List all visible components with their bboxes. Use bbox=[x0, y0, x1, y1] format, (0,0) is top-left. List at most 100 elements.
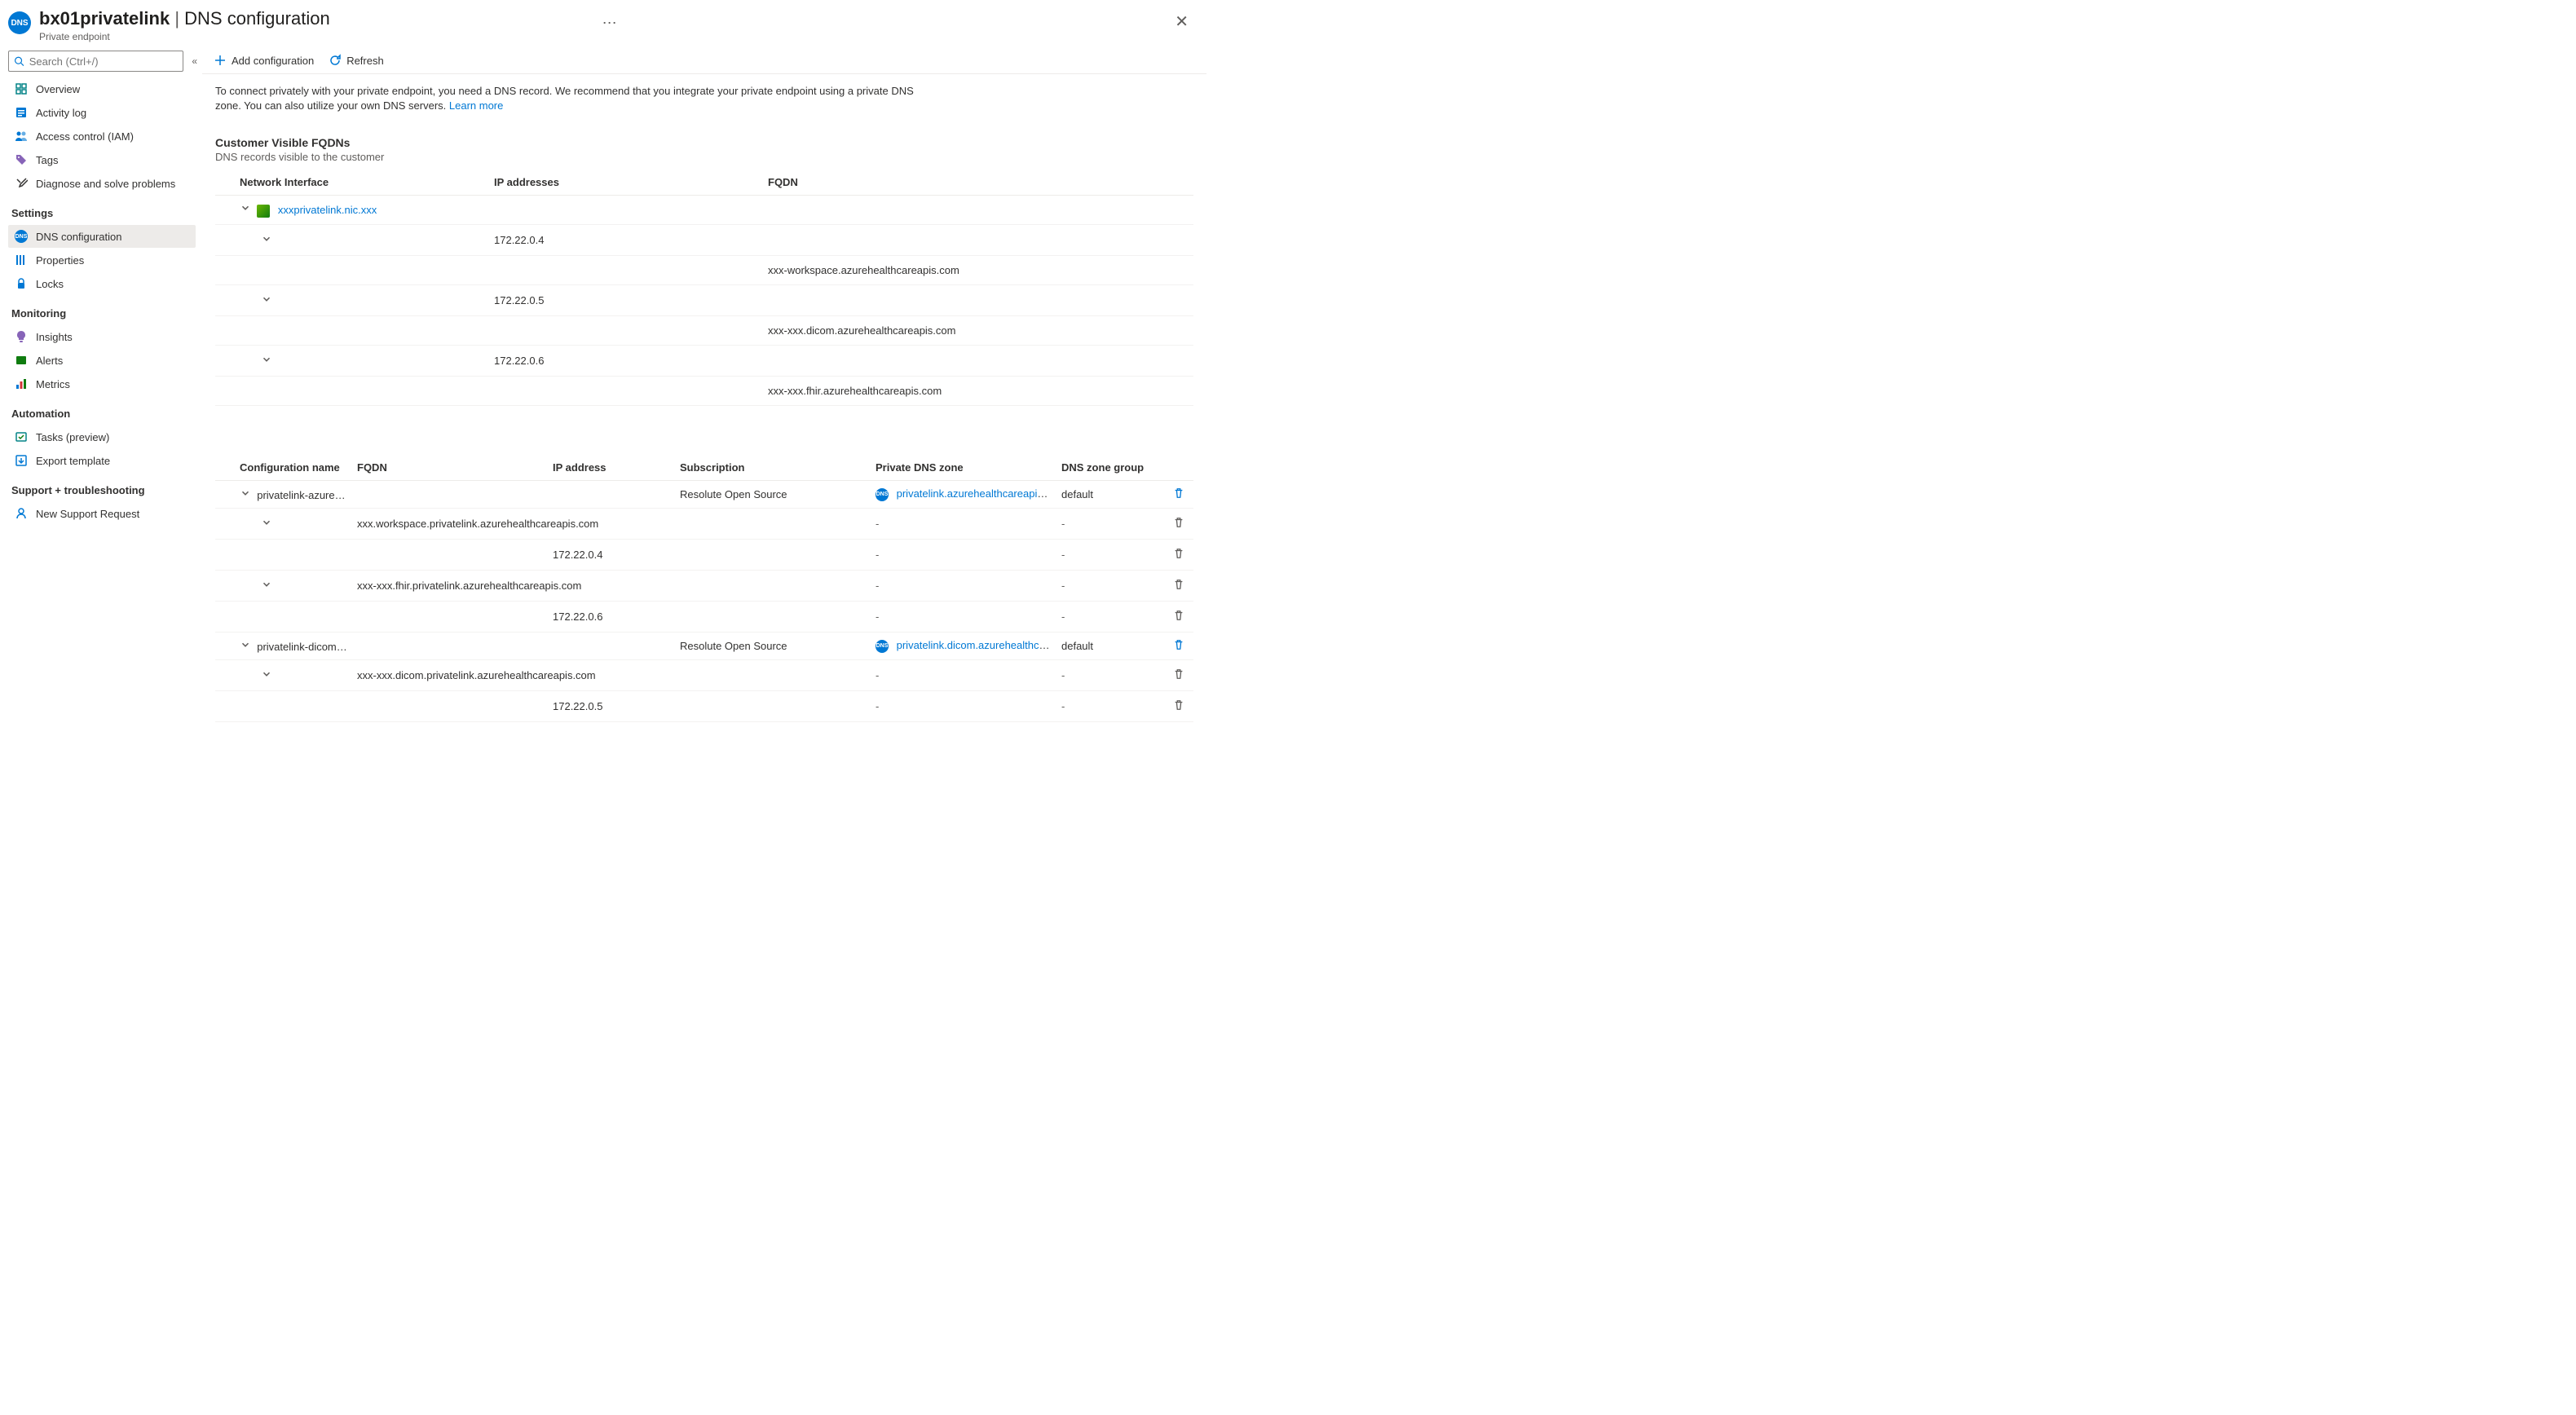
chevron-down-icon[interactable] bbox=[240, 202, 251, 216]
sidebar-item-properties[interactable]: Properties bbox=[8, 249, 196, 271]
table-row: 172.22.0.6 bbox=[215, 345, 1193, 376]
sidebar-item-label: Activity log bbox=[36, 107, 86, 119]
dns-zone-link[interactable]: privatelink.dicom.azurehealthcarea... bbox=[897, 639, 1056, 651]
chevron-down-icon[interactable] bbox=[261, 579, 272, 593]
sidebar-item-dns-configuration[interactable]: DNS DNS configuration bbox=[8, 225, 196, 248]
configuration-table: Configuration name FQDN IP address Subsc… bbox=[215, 455, 1193, 722]
sidebar-item-overview[interactable]: Overview bbox=[8, 77, 196, 100]
chevron-down-icon[interactable] bbox=[261, 354, 272, 368]
delete-icon[interactable] bbox=[1164, 632, 1193, 659]
sidebar-item-label: Alerts bbox=[36, 355, 63, 367]
cell-dash: - bbox=[1056, 570, 1164, 601]
cell-dash: - bbox=[871, 508, 1056, 539]
sidebar-item-new-support-request[interactable]: New Support Request bbox=[8, 502, 196, 525]
sidebar-item-label: Properties bbox=[36, 254, 84, 267]
table-row: 172.22.0.5 bbox=[215, 284, 1193, 315]
delete-icon[interactable] bbox=[1164, 601, 1193, 632]
cell-ip: 172.22.0.4 bbox=[489, 224, 763, 255]
sidebar-item-label: Metrics bbox=[36, 378, 70, 390]
locks-icon bbox=[15, 277, 28, 290]
nav-group-automation: Automation bbox=[8, 396, 202, 425]
table-row: 172.22.0.5 -- bbox=[215, 690, 1193, 721]
table-row: 172.22.0.6 -- bbox=[215, 601, 1193, 632]
cell-dash: - bbox=[871, 690, 1056, 721]
properties-icon bbox=[15, 253, 28, 267]
chevron-down-icon[interactable] bbox=[261, 517, 272, 531]
cell-dash: - bbox=[871, 539, 1056, 570]
cell-ip: 172.22.0.5 bbox=[548, 690, 675, 721]
config-name: privatelink-dicom-az... bbox=[257, 641, 352, 653]
iam-icon bbox=[15, 130, 28, 143]
chevron-down-icon[interactable] bbox=[261, 668, 272, 682]
delete-icon[interactable] bbox=[1164, 508, 1193, 539]
sidebar-item-label: DNS configuration bbox=[36, 231, 122, 243]
nic-link[interactable]: xxxprivatelink.nic.xxx bbox=[278, 204, 377, 216]
col-fqdn[interactable]: FQDN bbox=[763, 170, 1096, 196]
sidebar-item-label: Export template bbox=[36, 455, 110, 467]
delete-icon[interactable] bbox=[1164, 539, 1193, 570]
plus-icon bbox=[214, 54, 227, 67]
config-group-row[interactable]: privatelink-azurehea... Resolute Open So… bbox=[215, 480, 1193, 508]
tasks-icon bbox=[15, 430, 28, 443]
fqdn-section-title: Customer Visible FQDNs bbox=[202, 117, 1206, 151]
activity-log-icon bbox=[15, 106, 28, 119]
search-icon bbox=[14, 55, 24, 67]
sidebar-item-label: New Support Request bbox=[36, 508, 139, 520]
col-ip-address[interactable]: IP address bbox=[548, 455, 675, 481]
sidebar-item-locks[interactable]: Locks bbox=[8, 272, 196, 295]
col-fqdn[interactable]: FQDN bbox=[352, 455, 548, 481]
nic-icon bbox=[257, 205, 270, 218]
cell-subscription: Resolute Open Source bbox=[675, 480, 871, 508]
dns-zone-link[interactable]: privatelink.azurehealthcareapis.com bbox=[897, 487, 1056, 500]
sidebar-item-access-control[interactable]: Access control (IAM) bbox=[8, 125, 196, 148]
table-row: xxx-xxx.dicom.privatelink.azurehealthcar… bbox=[215, 659, 1193, 690]
more-actions-icon[interactable]: ⋯ bbox=[602, 15, 617, 32]
sidebar-item-label: Overview bbox=[36, 83, 80, 95]
cell-zone-group: default bbox=[1056, 480, 1164, 508]
search-input[interactable] bbox=[29, 55, 179, 68]
col-ip-addresses[interactable]: IP addresses bbox=[489, 170, 763, 196]
sidebar-item-label: Diagnose and solve problems bbox=[36, 178, 175, 190]
sidebar-item-tags[interactable]: Tags bbox=[8, 148, 196, 171]
learn-more-link[interactable]: Learn more bbox=[449, 99, 503, 112]
dns-icon: DNS bbox=[15, 230, 28, 243]
config-name: privatelink-azurehea... bbox=[257, 489, 352, 501]
cell-fqdn: xxx-xxx.dicom.privatelink.azurehealthcar… bbox=[352, 659, 675, 690]
cell-fqdn: xxx-xxx.dicom.azurehealthcareapis.com bbox=[763, 315, 1096, 345]
sidebar-item-insights[interactable]: Insights bbox=[8, 325, 196, 348]
chevron-down-icon[interactable] bbox=[240, 639, 251, 653]
add-configuration-button[interactable]: Add configuration bbox=[214, 54, 314, 67]
dns-resource-icon: DNS bbox=[8, 11, 31, 34]
chevron-down-icon[interactable] bbox=[240, 487, 251, 501]
sidebar-item-metrics[interactable]: Metrics bbox=[8, 372, 196, 395]
delete-icon[interactable] bbox=[1164, 690, 1193, 721]
col-network-interface[interactable]: Network Interface bbox=[215, 170, 489, 196]
command-bar: Add configuration Refresh bbox=[202, 47, 1206, 74]
close-icon[interactable]: ✕ bbox=[1168, 8, 1195, 35]
delete-icon[interactable] bbox=[1164, 480, 1193, 508]
sidebar-item-activity-log[interactable]: Activity log bbox=[8, 101, 196, 124]
title-separator: | bbox=[174, 8, 184, 29]
delete-icon[interactable] bbox=[1164, 570, 1193, 601]
col-config-name[interactable]: Configuration name bbox=[215, 455, 352, 481]
collapse-sidebar-icon[interactable]: « bbox=[192, 55, 197, 67]
delete-icon[interactable] bbox=[1164, 659, 1193, 690]
sidebar-item-diagnose[interactable]: Diagnose and solve problems bbox=[8, 172, 196, 195]
refresh-button[interactable]: Refresh bbox=[329, 54, 384, 67]
chevron-down-icon[interactable] bbox=[261, 293, 272, 307]
nic-group-row[interactable]: xxxprivatelink.nic.xxx bbox=[215, 196, 1193, 225]
cell-zone-group: default bbox=[1056, 632, 1164, 659]
cell-fqdn: xxx-xxx.fhir.azurehealthcareapis.com bbox=[763, 376, 1096, 405]
col-subscription[interactable]: Subscription bbox=[675, 455, 871, 481]
alerts-icon bbox=[15, 354, 28, 367]
sidebar-item-export-template[interactable]: Export template bbox=[8, 449, 196, 472]
cell-fqdn: xxx-xxx.fhir.privatelink.azurehealthcare… bbox=[352, 570, 675, 601]
col-private-dns-zone[interactable]: Private DNS zone bbox=[871, 455, 1056, 481]
col-dns-zone-group[interactable]: DNS zone group bbox=[1056, 455, 1164, 481]
config-group-row[interactable]: privatelink-dicom-az... Resolute Open So… bbox=[215, 632, 1193, 659]
sidebar-item-alerts[interactable]: Alerts bbox=[8, 349, 196, 372]
chevron-down-icon[interactable] bbox=[261, 233, 272, 247]
sidebar-item-tasks[interactable]: Tasks (preview) bbox=[8, 425, 196, 448]
sidebar-item-label: Access control (IAM) bbox=[36, 130, 134, 143]
search-box[interactable] bbox=[8, 51, 183, 72]
